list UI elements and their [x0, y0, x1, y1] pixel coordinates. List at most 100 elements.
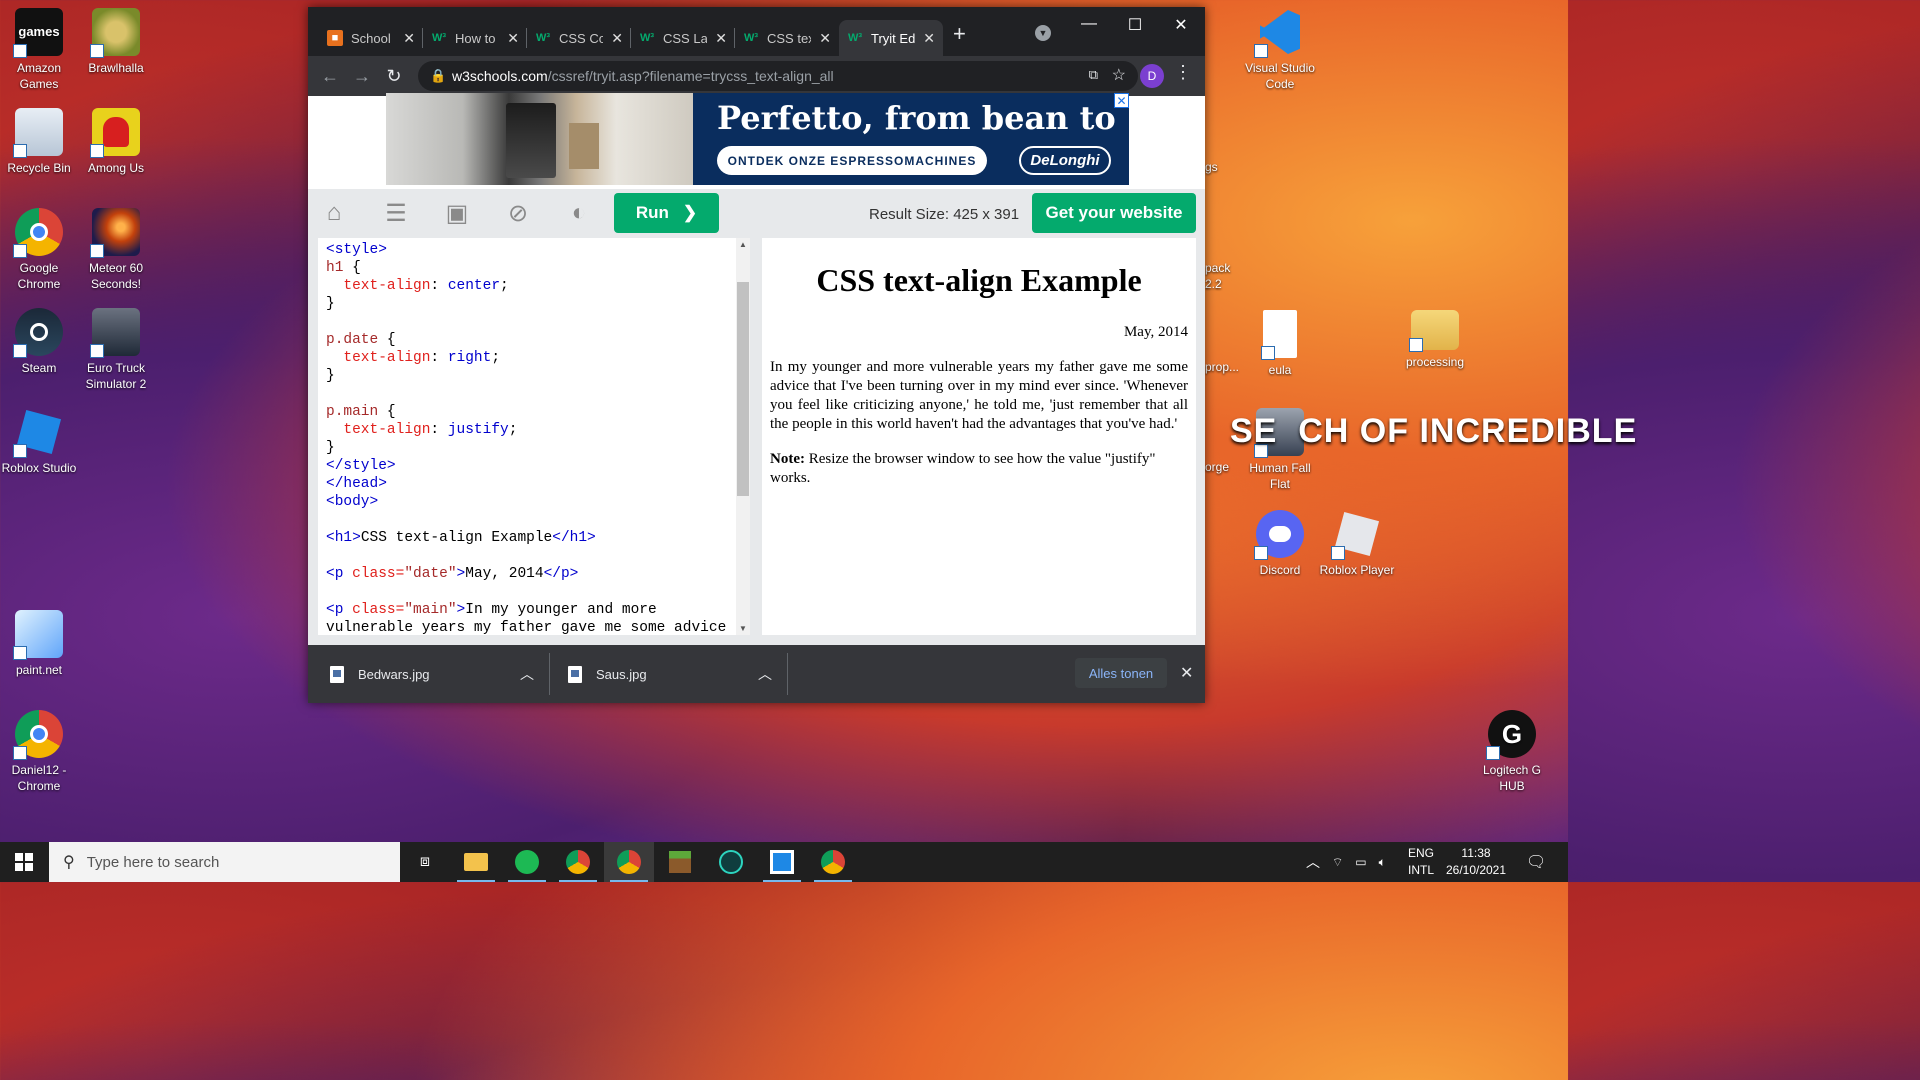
run-button[interactable]: Run ❯	[614, 193, 719, 233]
ad-close-icon[interactable]: ✕	[1114, 93, 1129, 108]
tab-css-la[interactable]: W³ CSS La ✕	[631, 20, 735, 56]
tab-css-tex[interactable]: W³ CSS tex ✕	[735, 20, 839, 56]
tab-title: CSS Co	[559, 30, 604, 46]
ad-cta-button[interactable]: ONTDEK ONZE ESPRESSOMACHINES	[717, 146, 987, 175]
result-pane: CSS text-align Example May, 2014 In my y…	[762, 238, 1196, 635]
roblox-player-icon	[1331, 510, 1381, 560]
taskbar-minecraft[interactable]	[655, 842, 705, 882]
chevron-up-icon[interactable]: ︿	[758, 664, 772, 684]
image-file-icon	[568, 665, 582, 683]
desktop-icon-processing[interactable]: processing	[1396, 310, 1474, 370]
volume-icon[interactable]: 🔈︎	[1379, 855, 1386, 870]
forward-icon[interactable]: →	[346, 66, 378, 87]
app-square-icon	[770, 850, 794, 874]
chevron-up-icon[interactable]: ︿	[1306, 852, 1320, 872]
taskbar-search-box[interactable]: ⚲ Type here to search	[49, 842, 400, 882]
tab-title: CSS La	[663, 30, 708, 46]
tab-search-button[interactable]: ▼	[1035, 25, 1051, 41]
new-tab-button[interactable]: +	[953, 21, 966, 47]
close-icon[interactable]: ✕	[819, 30, 831, 47]
desktop-icon-discord[interactable]: Discord	[1241, 510, 1319, 578]
close-icon[interactable]: ✕	[923, 30, 935, 47]
code-line: </head>	[326, 476, 387, 492]
code-editor[interactable]: <style> h1 { text-align: center;} p.date …	[318, 238, 750, 635]
network-icon[interactable]: ⌔	[1332, 855, 1343, 870]
battery-icon[interactable]: ▭	[1355, 855, 1366, 869]
language-indicator[interactable]: ENG INTL	[1408, 842, 1434, 882]
taskbar-chrome-profile[interactable]	[604, 842, 654, 882]
desktop-icon-logitech[interactable]: G Logitech G HUB	[1473, 710, 1551, 794]
desktop-icon-among-us[interactable]: Among Us	[77, 108, 155, 176]
show-all-downloads-button[interactable]: Alles tonen	[1075, 658, 1167, 688]
download-item-bedwars[interactable]: Bedwars.jpg	[308, 645, 430, 703]
minimize-button[interactable]: —	[1066, 15, 1112, 33]
desktop-icon-amazon-games[interactable]: games Amazon Games	[0, 8, 78, 92]
back-icon[interactable]: ←	[314, 66, 346, 87]
spotify-icon	[515, 850, 539, 874]
tab-tryit-editor[interactable]: W³ Tryit Ed ✕	[839, 20, 943, 56]
address-bar[interactable]: 🔒 w3schools.com/cssref/tryit.asp?filenam…	[418, 61, 1138, 91]
desktop-icon-roblox-studio[interactable]: Roblox Studio	[0, 408, 78, 476]
desktop-icon-steam[interactable]: Steam	[0, 308, 78, 376]
scroll-thumb[interactable]	[737, 282, 749, 496]
desktop-icon-brawlhalla[interactable]: Brawlhalla	[77, 8, 155, 76]
tab-how-to[interactable]: W³ How to ✕	[423, 20, 527, 56]
rotate-icon[interactable]: ⊘	[498, 199, 538, 228]
taskbar-chrome-2[interactable]	[808, 842, 858, 882]
home-icon[interactable]: ⌂	[314, 199, 354, 227]
taskbar-chrome[interactable]	[553, 842, 603, 882]
close-icon[interactable]: ✕	[403, 30, 415, 47]
scroll-down-icon[interactable]: ▼	[736, 624, 750, 633]
desktop-icon-google-chrome[interactable]: Google Chrome	[0, 208, 78, 292]
profile-avatar[interactable]: D	[1140, 64, 1164, 88]
scroll-up-icon[interactable]: ▲	[736, 240, 750, 249]
close-icon[interactable]: ✕	[611, 30, 623, 47]
euro-truck-icon	[90, 308, 140, 358]
bookmark-star-icon[interactable]: ☆	[1112, 65, 1126, 85]
desktop-icon-recycle-bin[interactable]: Recycle Bin	[0, 108, 78, 176]
partial-icon-label: pack 2.2	[1205, 261, 1231, 291]
translate-icon[interactable]: ⧉	[1089, 67, 1098, 83]
desktop-icon-eula[interactable]: eula	[1241, 310, 1319, 378]
advertisement-banner[interactable]: Perfetto, from bean to cup. ONTDEK ONZE …	[386, 93, 1129, 185]
clock-time: 11:38	[1461, 846, 1491, 860]
clock[interactable]: 11:38 26/10/2021	[1444, 842, 1508, 882]
get-website-button[interactable]: Get your website	[1032, 193, 1196, 233]
desktop-icon-paint-net[interactable]: paint.net	[0, 610, 78, 678]
menu-kebab-icon[interactable]: ⋮	[1174, 62, 1192, 83]
start-button[interactable]	[0, 842, 48, 882]
desktop-icon-roblox-player[interactable]: Roblox Player	[1318, 510, 1396, 578]
desktop-icon-daniel-chrome[interactable]: Daniel12 - Chrome	[0, 710, 78, 794]
tab-css-co[interactable]: W³ CSS Co ✕	[527, 20, 631, 56]
download-item-saus[interactable]: Saus.jpg	[546, 645, 647, 703]
task-view-button[interactable]: ⧈	[400, 842, 450, 882]
reload-icon[interactable]: ↻	[378, 66, 410, 87]
menu-icon[interactable]: ☰	[376, 199, 416, 228]
taskbar-gitkraken[interactable]	[706, 842, 756, 882]
taskbar-app-blue[interactable]	[757, 842, 807, 882]
desktop-icon-label: Steam	[21, 361, 57, 375]
desktop-icon-label: Roblox Player	[1319, 563, 1395, 577]
close-icon[interactable]: ✕	[715, 30, 727, 47]
taskbar-spotify[interactable]	[502, 842, 552, 882]
desktop-icon-label: paint.net	[15, 663, 63, 677]
desktop-icon-euro-truck[interactable]: Euro Truck Simulator 2	[77, 308, 155, 392]
taskbar-file-explorer[interactable]	[451, 842, 501, 882]
chevron-up-icon[interactable]: ︿	[520, 664, 534, 684]
tab-title: School	[351, 30, 391, 46]
save-icon[interactable]: ▣	[437, 199, 477, 228]
tab-school[interactable]: ■ School ✕	[319, 20, 423, 56]
desktop-icon-meteor[interactable]: Meteor 60 Seconds!	[77, 208, 155, 292]
maximize-button[interactable]: ☐	[1112, 15, 1158, 35]
close-window-button[interactable]: ✕	[1158, 15, 1204, 35]
chrome-profile-icon	[13, 710, 63, 760]
notification-center-button[interactable]: 🗨︎	[1526, 842, 1546, 882]
close-downloads-icon[interactable]: ✕	[1180, 663, 1193, 683]
code-line: <body>	[326, 494, 379, 510]
dark-mode-icon[interactable]: ◐	[559, 199, 599, 227]
w3schools-favicon-icon: W³	[431, 32, 447, 44]
code-scrollbar[interactable]: ▲ ▼	[736, 238, 750, 635]
close-icon[interactable]: ✕	[507, 30, 519, 47]
desktop-icon-vscode[interactable]: Visual Studio Code	[1241, 8, 1319, 92]
